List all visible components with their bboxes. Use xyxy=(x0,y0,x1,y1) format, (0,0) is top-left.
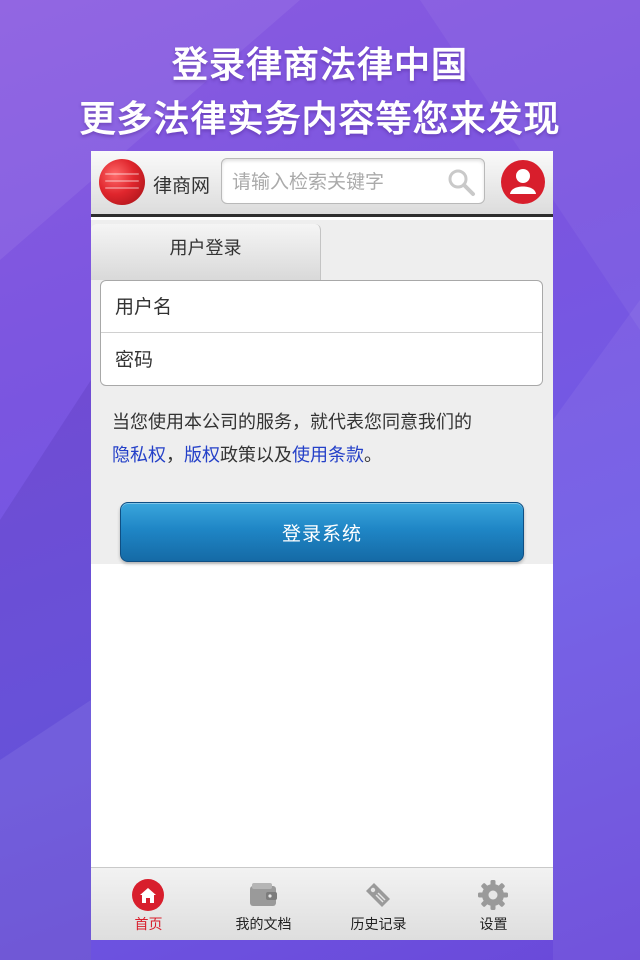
login-panel: 用户登录 当您使用本公司的服务，就代表您同意我们的 隐私权，版权政策以及使用条款… xyxy=(91,220,553,564)
search-box[interactable] xyxy=(221,158,485,204)
home-icon xyxy=(132,879,164,911)
terms-text-mid: 政策以及 xyxy=(220,445,292,466)
app-screen: 律商网 用户登录 当您使用本公司的服务，就代表您同意我们的 隐私权，版权政策以及… xyxy=(91,151,553,940)
tag-icon xyxy=(366,883,390,907)
nav-item-my-documents[interactable]: 我的文档 xyxy=(206,868,321,940)
terms-of-use-link[interactable]: 使用条款 xyxy=(292,445,364,466)
lexisnexis-logo-icon[interactable] xyxy=(99,159,145,205)
top-bar: 律商网 xyxy=(91,151,553,217)
terms-end: 。 xyxy=(364,445,382,466)
privacy-link[interactable]: 隐私权 xyxy=(112,445,166,466)
wallet-icon xyxy=(250,883,277,906)
password-field[interactable] xyxy=(101,334,542,386)
site-name: 律商网 xyxy=(153,175,211,197)
tab-user-login[interactable]: 用户登录 xyxy=(91,224,321,280)
nav-label: 历史记录 xyxy=(350,917,407,933)
search-input[interactable] xyxy=(230,167,449,197)
terms-separator: ， xyxy=(166,445,184,466)
username-field[interactable] xyxy=(101,281,542,333)
terms-text: 当您使用本公司的服务，就代表您同意我们的 xyxy=(112,412,472,433)
nav-label: 设置 xyxy=(479,917,508,933)
terms-notice: 当您使用本公司的服务，就代表您同意我们的 隐私权，版权政策以及使用条款。 xyxy=(112,406,537,472)
nav-item-settings[interactable]: 设置 xyxy=(436,868,551,940)
nav-item-history[interactable]: 历史记录 xyxy=(321,868,436,940)
nav-label: 我的文档 xyxy=(235,917,292,933)
copyright-link[interactable]: 版权 xyxy=(184,445,220,466)
search-icon[interactable] xyxy=(446,167,476,197)
nav-item-home[interactable]: 首页 xyxy=(91,868,206,940)
bottom-nav: 首页 我的文档 历史记录 设置 xyxy=(91,867,553,940)
login-form xyxy=(100,280,543,386)
gear-icon xyxy=(478,880,508,910)
promo-subheadline: 更多法律实务内容等您来发现 xyxy=(79,99,561,140)
promo-headline: 登录律商法律中国 xyxy=(171,45,468,86)
user-icon xyxy=(510,169,536,194)
login-button[interactable]: 登录系统 xyxy=(120,502,524,562)
nav-label: 首页 xyxy=(134,917,163,933)
user-avatar-button[interactable] xyxy=(501,160,545,204)
